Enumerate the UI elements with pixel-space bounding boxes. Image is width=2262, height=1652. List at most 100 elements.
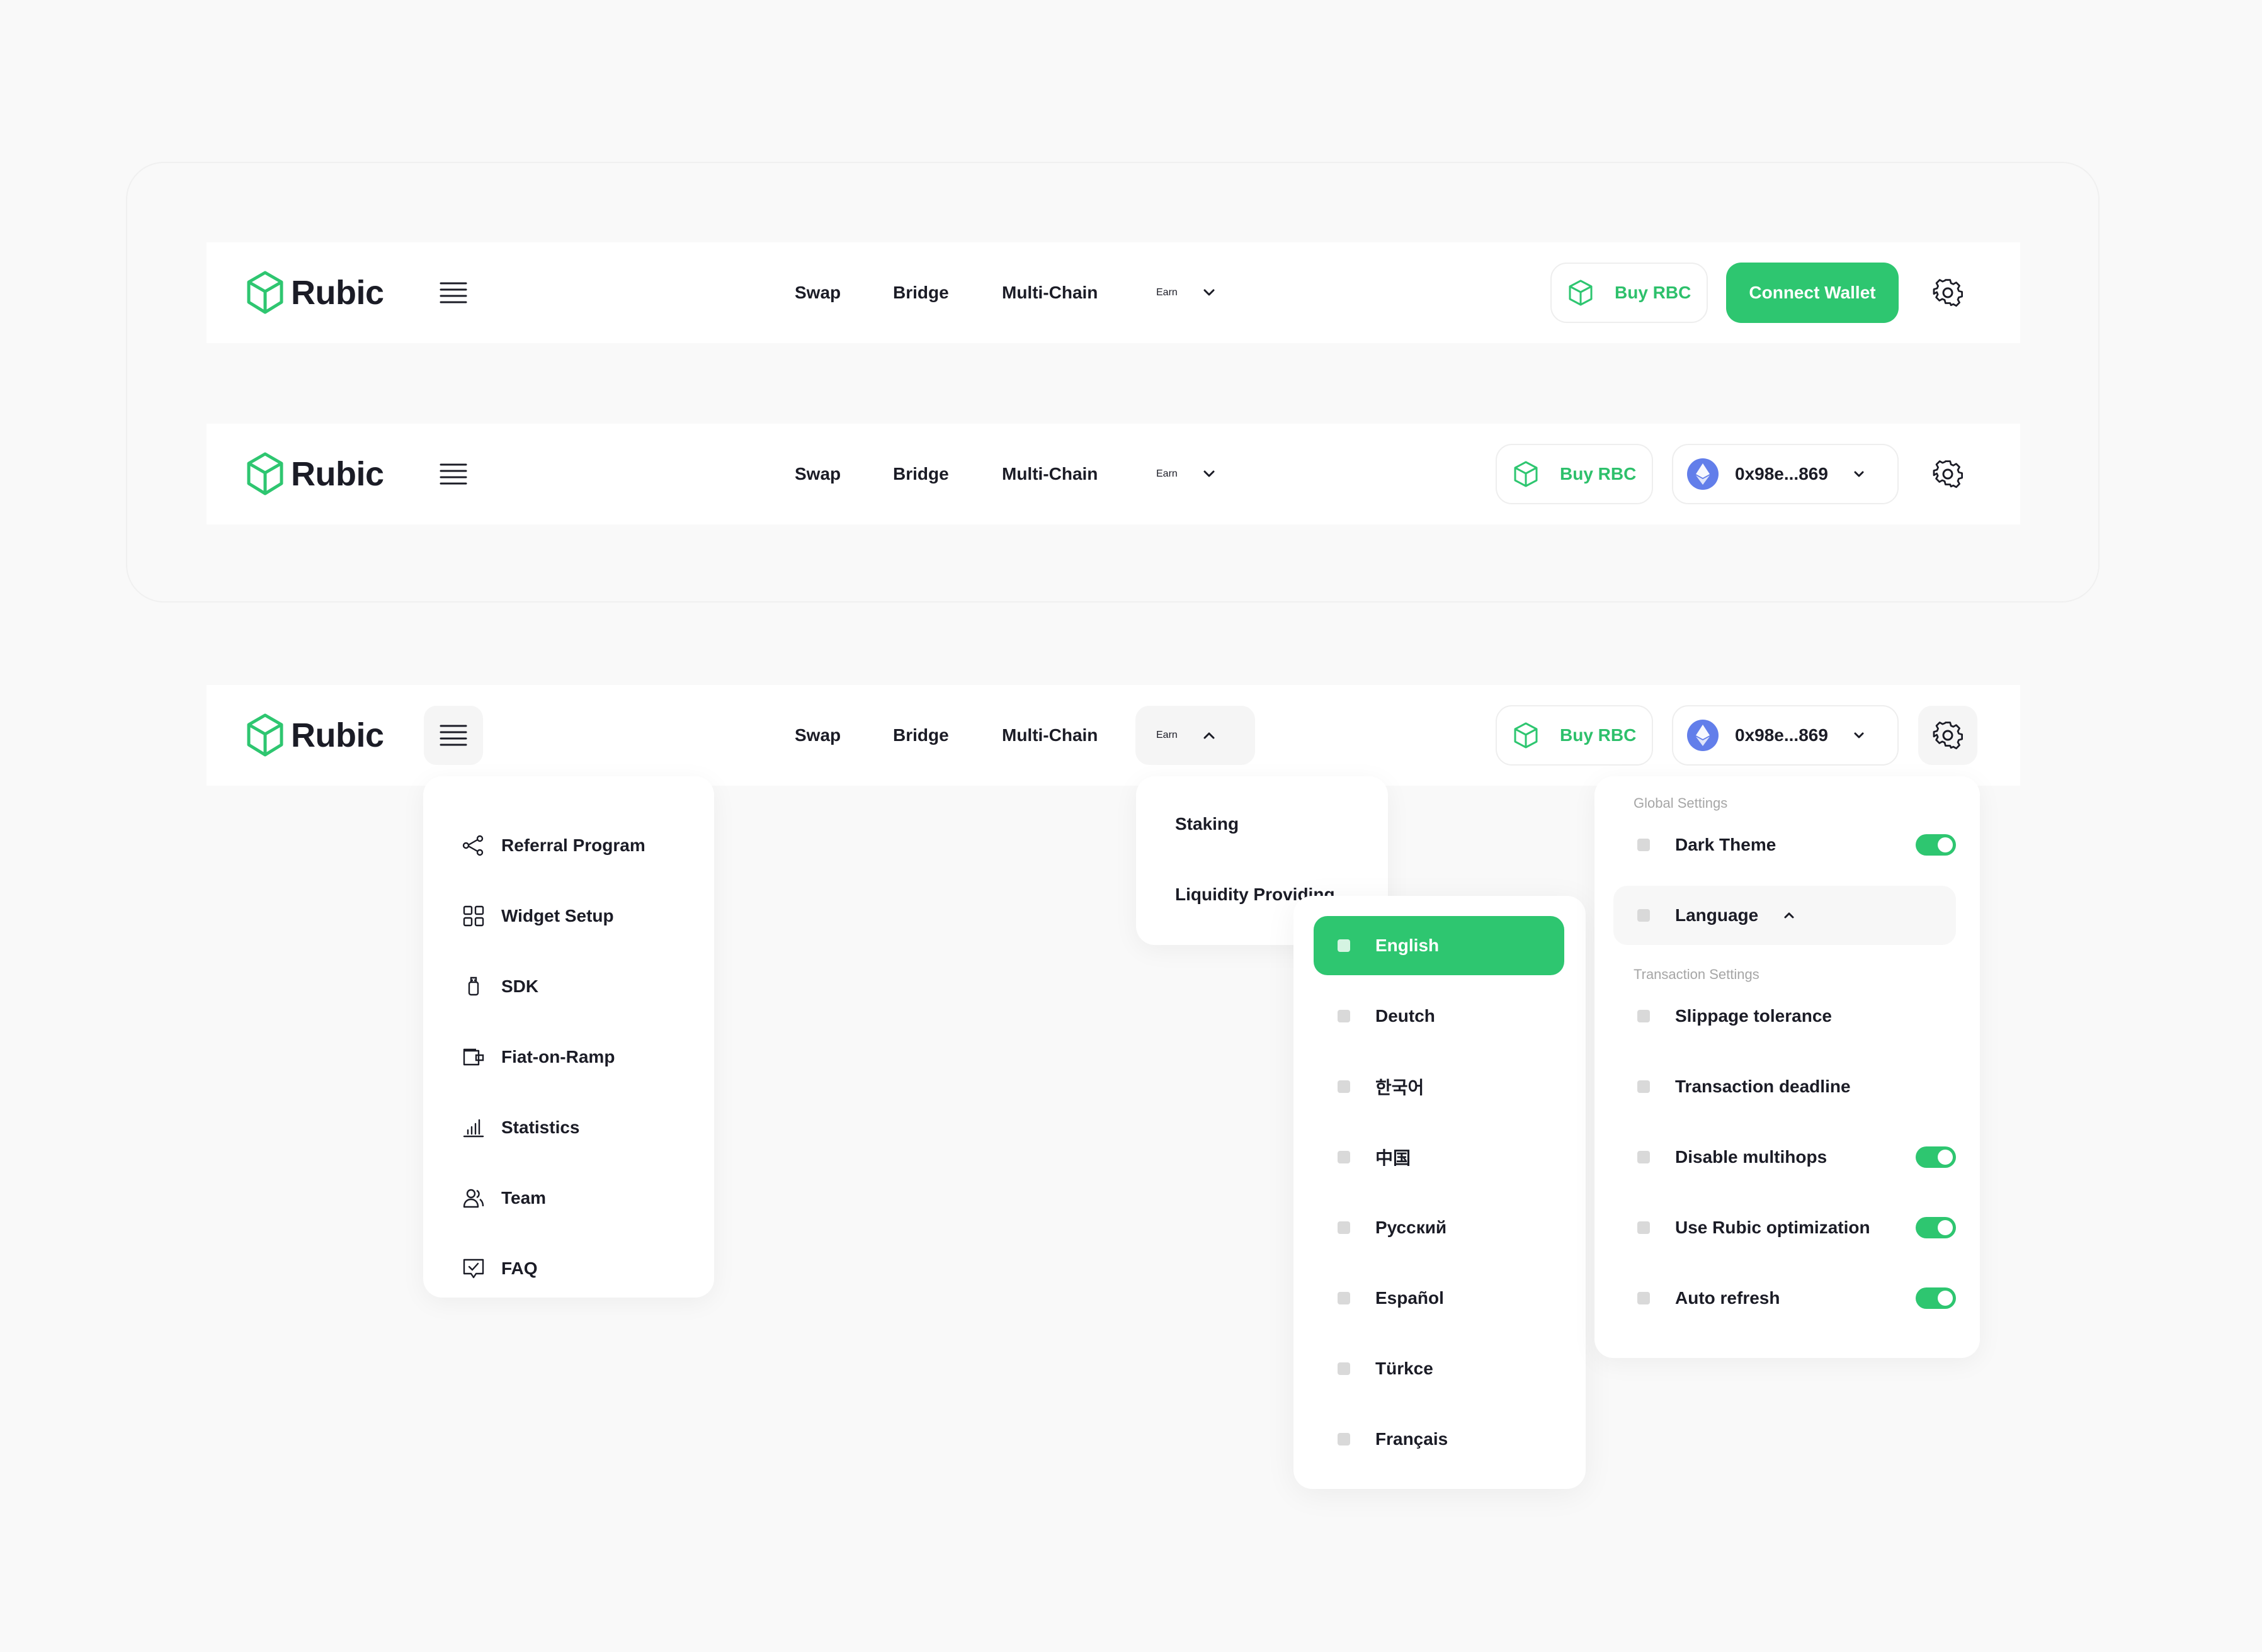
bar-chart-icon bbox=[463, 1119, 484, 1138]
rubic-logo[interactable]: Rubic bbox=[246, 268, 384, 318]
check-square-icon bbox=[1338, 1362, 1350, 1375]
nav-earn[interactable]: Earn bbox=[1135, 263, 1255, 322]
buy-rbc-label: Buy RBC bbox=[1615, 283, 1691, 302]
nav-swap[interactable]: Swap bbox=[795, 685, 841, 786]
header-variants-frame bbox=[126, 162, 2100, 603]
menu-item-statistics[interactable]: Statistics bbox=[462, 1109, 580, 1146]
setting-label: Auto refresh bbox=[1675, 1288, 1780, 1308]
nav-swap[interactable]: Swap bbox=[795, 424, 841, 524]
buy-rbc-button[interactable]: Buy RBC bbox=[1550, 263, 1708, 323]
hamburger-icon bbox=[440, 725, 467, 746]
language-option-french[interactable]: Français bbox=[1314, 1410, 1564, 1469]
optimization-toggle[interactable] bbox=[1916, 1217, 1956, 1238]
buy-rbc-label: Buy RBC bbox=[1560, 464, 1637, 484]
settings-button[interactable] bbox=[1918, 706, 1977, 765]
setting-icon bbox=[1637, 1292, 1650, 1304]
setting-icon bbox=[1637, 839, 1650, 851]
buy-rbc-button[interactable]: Buy RBC bbox=[1496, 705, 1653, 766]
wallet-icon bbox=[463, 1048, 484, 1066]
check-square-icon bbox=[1338, 1433, 1350, 1445]
nav-earn-label: Earn bbox=[1156, 730, 1178, 740]
wallet-address: 0x98e...869 bbox=[1735, 464, 1828, 484]
settings-button[interactable] bbox=[1918, 263, 1977, 322]
setting-label: Slippage tolerance bbox=[1675, 1006, 1832, 1026]
setting-multihops[interactable]: Disable multihops bbox=[1613, 1128, 1956, 1187]
menu-item-widget-setup[interactable]: Widget Setup bbox=[462, 897, 614, 935]
wallet-button[interactable]: 0x98e...869 bbox=[1672, 705, 1899, 766]
setting-icon bbox=[1637, 1221, 1650, 1234]
language-option-korean[interactable]: 한국어 bbox=[1314, 1057, 1564, 1116]
nav-multichain[interactable]: Multi-Chain bbox=[1002, 242, 1098, 343]
gear-icon bbox=[1933, 721, 1963, 750]
menu-button[interactable] bbox=[424, 263, 483, 322]
connect-wallet-label: Connect Wallet bbox=[1749, 283, 1876, 302]
nav-earn[interactable]: Earn bbox=[1135, 444, 1255, 504]
earn-item-staking[interactable]: Staking bbox=[1175, 814, 1239, 834]
nav-earn[interactable]: Earn bbox=[1135, 706, 1255, 765]
header-menus-open: Rubic Swap Bridge Multi-Chain Earn Buy R… bbox=[207, 685, 2020, 786]
wallet-button[interactable]: 0x98e...869 bbox=[1672, 444, 1899, 504]
setting-icon bbox=[1637, 1010, 1650, 1022]
menu-item-sdk[interactable]: SDK bbox=[462, 968, 538, 1005]
setting-slippage[interactable]: Slippage tolerance bbox=[1613, 987, 1956, 1046]
setting-language[interactable]: Language bbox=[1613, 886, 1956, 945]
nav-bridge[interactable]: Bridge bbox=[893, 424, 949, 524]
language-option-chinese[interactable]: 中国 bbox=[1314, 1128, 1564, 1187]
menu-item-fiat-on-ramp[interactable]: Fiat-on-Ramp bbox=[462, 1038, 615, 1076]
menu-item-faq[interactable]: FAQ bbox=[462, 1250, 538, 1287]
chevron-down-icon bbox=[1854, 471, 1864, 477]
connect-wallet-button[interactable]: Connect Wallet bbox=[1726, 263, 1899, 323]
nav-multichain[interactable]: Multi-Chain bbox=[1002, 424, 1098, 524]
setting-deadline[interactable]: Transaction deadline bbox=[1613, 1057, 1956, 1116]
setting-optimization[interactable]: Use Rubic optimization bbox=[1613, 1198, 1956, 1257]
nav-bridge[interactable]: Bridge bbox=[893, 242, 949, 343]
burger-menu-dropdown: Referral Program Widget Setup SDK Fiat-o… bbox=[423, 776, 714, 1298]
menu-item-referral[interactable]: Referral Program bbox=[462, 827, 645, 864]
language-option-english[interactable]: English bbox=[1314, 916, 1564, 975]
buy-rbc-button[interactable]: Buy RBC bbox=[1496, 444, 1653, 504]
setting-label: Language bbox=[1675, 905, 1759, 925]
faq-icon bbox=[463, 1259, 484, 1279]
setting-auto-refresh[interactable]: Auto refresh bbox=[1613, 1269, 1956, 1328]
menu-item-label: Widget Setup bbox=[501, 906, 614, 925]
wallet-address: 0x98e...869 bbox=[1735, 725, 1828, 745]
header-connected: Rubic Swap Bridge Multi-Chain Earn Buy R… bbox=[207, 424, 2020, 524]
settings-dropdown: Global Settings Dark Theme Language Tran… bbox=[1594, 776, 1980, 1358]
multihops-toggle[interactable] bbox=[1916, 1146, 1956, 1168]
language-option-russian[interactable]: Русский bbox=[1314, 1198, 1564, 1257]
rubic-logo[interactable]: Rubic bbox=[246, 449, 384, 499]
menu-item-team[interactable]: Team bbox=[462, 1179, 546, 1217]
language-label: Français bbox=[1375, 1429, 1448, 1449]
menu-button[interactable] bbox=[424, 444, 483, 504]
language-label: 한국어 bbox=[1375, 1078, 1424, 1097]
rbc-cube-icon bbox=[1569, 280, 1593, 306]
chevron-up-icon bbox=[1784, 912, 1794, 919]
buy-rbc-label: Buy RBC bbox=[1560, 725, 1637, 745]
brand-name: Rubic bbox=[291, 274, 384, 312]
nav-bridge[interactable]: Bridge bbox=[893, 685, 949, 786]
language-label: Русский bbox=[1375, 1218, 1447, 1237]
chevron-down-icon bbox=[1203, 470, 1215, 477]
language-option-deutch[interactable]: Deutch bbox=[1314, 987, 1564, 1046]
rubic-cube-icon bbox=[247, 713, 283, 757]
nav-swap[interactable]: Swap bbox=[795, 242, 841, 343]
setting-icon bbox=[1637, 1080, 1650, 1093]
nav-multichain[interactable]: Multi-Chain bbox=[1002, 685, 1098, 786]
settings-button[interactable] bbox=[1918, 444, 1977, 504]
brand-name: Rubic bbox=[291, 455, 384, 493]
dark-theme-toggle[interactable] bbox=[1916, 834, 1956, 856]
setting-dark-theme[interactable]: Dark Theme bbox=[1613, 815, 1956, 874]
language-option-turkish[interactable]: Türkce bbox=[1314, 1339, 1564, 1398]
language-option-spanish[interactable]: Español bbox=[1314, 1269, 1564, 1328]
auto-refresh-toggle[interactable] bbox=[1916, 1287, 1956, 1309]
global-settings-heading: Global Settings bbox=[1634, 795, 1728, 811]
ethereum-icon bbox=[1687, 720, 1719, 751]
rubic-cube-icon bbox=[247, 452, 283, 495]
language-dropdown: English Deutch 한국어 中国 Русский Español Tü… bbox=[1293, 896, 1586, 1489]
menu-button[interactable] bbox=[424, 706, 483, 765]
header-disconnected: Rubic Swap Bridge Multi-Chain Earn Buy R… bbox=[207, 242, 2020, 343]
rubic-logo[interactable]: Rubic bbox=[246, 710, 384, 761]
team-icon bbox=[463, 1189, 484, 1208]
chevron-up-icon bbox=[1203, 732, 1215, 739]
hamburger-icon bbox=[440, 282, 467, 303]
